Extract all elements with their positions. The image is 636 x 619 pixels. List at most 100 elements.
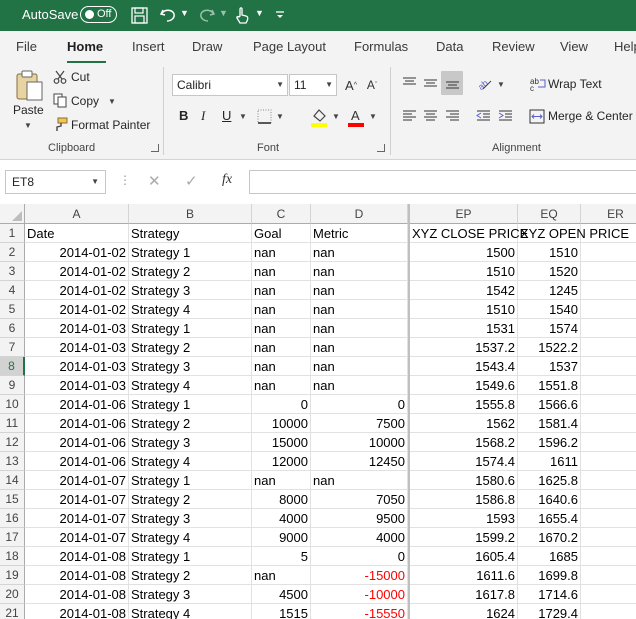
cell-xyz-close-price[interactable]: 1586.8 — [410, 490, 518, 509]
row-header[interactable]: 5 — [0, 300, 25, 319]
save-icon[interactable] — [129, 5, 149, 25]
cell-date[interactable]: 2014-01-08 — [25, 604, 129, 619]
cell-er[interactable] — [581, 262, 636, 281]
copy-icon[interactable] — [52, 92, 68, 108]
cell-date[interactable]: 2014-01-02 — [25, 281, 129, 300]
cell-xyz-close-price[interactable]: 1555.8 — [410, 395, 518, 414]
cell-xyz-close-price[interactable]: 1510 — [410, 262, 518, 281]
cell-er[interactable] — [581, 433, 636, 452]
cell-metric[interactable]: nan — [311, 262, 408, 281]
row-header[interactable]: 4 — [0, 281, 25, 300]
tab-view[interactable]: View — [560, 39, 588, 54]
format-painter-button[interactable]: Format Painter — [71, 118, 150, 132]
cell-er[interactable] — [581, 509, 636, 528]
row-header[interactable]: 1 — [0, 224, 25, 243]
cell-date[interactable]: 2014-01-06 — [25, 414, 129, 433]
cell-strategy[interactable]: Strategy 3 — [129, 281, 252, 300]
cell-xyz-open-price[interactable]: 1685 — [518, 547, 581, 566]
cell-metric[interactable]: 0 — [311, 547, 408, 566]
cell-strategy[interactable]: Strategy 4 — [129, 452, 252, 471]
cell-strategy[interactable]: Strategy 3 — [129, 357, 252, 376]
cell-metric[interactable]: nan — [311, 357, 408, 376]
wrap-text-icon[interactable]: ab c — [529, 75, 547, 93]
clipboard-dialog-launcher-icon[interactable] — [151, 144, 159, 152]
cell-er[interactable] — [581, 395, 636, 414]
row-header[interactable]: 18 — [0, 547, 25, 566]
insert-function-icon[interactable]: fx — [222, 172, 232, 188]
cell-xyz-open-price[interactable]: 1670.2 — [518, 528, 581, 547]
customize-qat-icon[interactable] — [270, 5, 290, 25]
cell-strategy[interactable]: Strategy 2 — [129, 262, 252, 281]
header-cell-strategy[interactable]: Strategy — [129, 224, 252, 243]
cell-er[interactable] — [581, 300, 636, 319]
cell-xyz-open-price[interactable]: 1540 — [518, 300, 581, 319]
column-header-eq[interactable]: EQ — [518, 204, 581, 224]
cell-date[interactable]: 2014-01-03 — [25, 376, 129, 395]
tab-review[interactable]: Review — [492, 39, 535, 54]
cell-xyz-close-price[interactable]: 1624 — [410, 604, 518, 619]
cell-date[interactable]: 2014-01-07 — [25, 509, 129, 528]
autosave-toggle[interactable]: Off — [80, 6, 117, 23]
increase-font-size-icon[interactable]: A ^ — [342, 76, 360, 94]
paste-icon[interactable] — [12, 69, 46, 103]
cell-strategy[interactable]: Strategy 3 — [129, 433, 252, 452]
cell-metric[interactable]: 4000 — [311, 528, 408, 547]
cell-er[interactable] — [581, 414, 636, 433]
bold-button[interactable]: B — [179, 108, 188, 123]
tab-file[interactable]: File — [16, 39, 37, 54]
fill-color-dropdown-icon[interactable]: ▼ — [332, 112, 340, 121]
cell-xyz-open-price[interactable]: 1566.6 — [518, 395, 581, 414]
cell-xyz-open-price[interactable]: 1729.4 — [518, 604, 581, 619]
increase-indent-icon[interactable] — [497, 108, 513, 124]
tab-formulas[interactable]: Formulas — [354, 39, 408, 54]
cell-metric[interactable]: -15550 — [311, 604, 408, 619]
cell-xyz-open-price[interactable]: 1245 — [518, 281, 581, 300]
cell-strategy[interactable]: Strategy 2 — [129, 414, 252, 433]
cell-er[interactable] — [581, 471, 636, 490]
font-name-select[interactable]: Calibri ▼ — [172, 74, 288, 96]
cell-date[interactable]: 2014-01-08 — [25, 547, 129, 566]
row-header[interactable]: 3 — [0, 262, 25, 281]
touch-dropdown-icon[interactable]: ▼ — [255, 8, 264, 18]
cell-strategy[interactable]: Strategy 1 — [129, 243, 252, 262]
cell-date[interactable]: 2014-01-07 — [25, 490, 129, 509]
cell-goal[interactable]: 10000 — [252, 414, 311, 433]
row-header[interactable]: 8 — [0, 357, 25, 376]
cell-xyz-close-price[interactable]: 1531 — [410, 319, 518, 338]
tab-draw[interactable]: Draw — [192, 39, 222, 54]
align-right-icon[interactable] — [444, 108, 460, 124]
row-header[interactable]: 20 — [0, 585, 25, 604]
cell-goal[interactable]: 4500 — [252, 585, 311, 604]
cell-xyz-close-price[interactable]: 1574.4 — [410, 452, 518, 471]
row-header[interactable]: 13 — [0, 452, 25, 471]
format-painter-icon[interactable] — [52, 116, 68, 132]
cell-metric[interactable]: nan — [311, 300, 408, 319]
cell-xyz-open-price[interactable]: 1522.2 — [518, 338, 581, 357]
cell-goal[interactable]: nan — [252, 338, 311, 357]
cell-metric[interactable]: nan — [311, 243, 408, 262]
cell-xyz-open-price[interactable]: 1520 — [518, 262, 581, 281]
cell-goal[interactable]: nan — [252, 262, 311, 281]
cell-xyz-close-price[interactable]: 1562 — [410, 414, 518, 433]
cell-date[interactable]: 2014-01-03 — [25, 338, 129, 357]
redo-icon[interactable] — [197, 5, 217, 25]
cell-goal[interactable]: 15000 — [252, 433, 311, 452]
copy-dropdown-icon[interactable]: ▼ — [108, 97, 116, 106]
cell-strategy[interactable]: Strategy 1 — [129, 471, 252, 490]
enter-icon[interactable]: ✓ — [185, 172, 198, 190]
cell-xyz-open-price[interactable]: 1581.4 — [518, 414, 581, 433]
cell-er[interactable] — [581, 566, 636, 585]
cell-er[interactable] — [581, 452, 636, 471]
cell-xyz-open-price[interactable]: 1596.2 — [518, 433, 581, 452]
cell-xyz-close-price[interactable]: 1617.8 — [410, 585, 518, 604]
cell-xyz-close-price[interactable]: 1593 — [410, 509, 518, 528]
cell-er[interactable] — [581, 528, 636, 547]
underline-dropdown-icon[interactable]: ▼ — [239, 112, 247, 121]
row-header[interactable]: 10 — [0, 395, 25, 414]
cell-metric[interactable]: nan — [311, 281, 408, 300]
cell-goal[interactable]: 5 — [252, 547, 311, 566]
cell-metric[interactable]: nan — [311, 319, 408, 338]
column-header-d[interactable]: D — [311, 204, 408, 224]
header-cell-goal[interactable]: Goal — [252, 224, 311, 243]
row-header[interactable]: 15 — [0, 490, 25, 509]
